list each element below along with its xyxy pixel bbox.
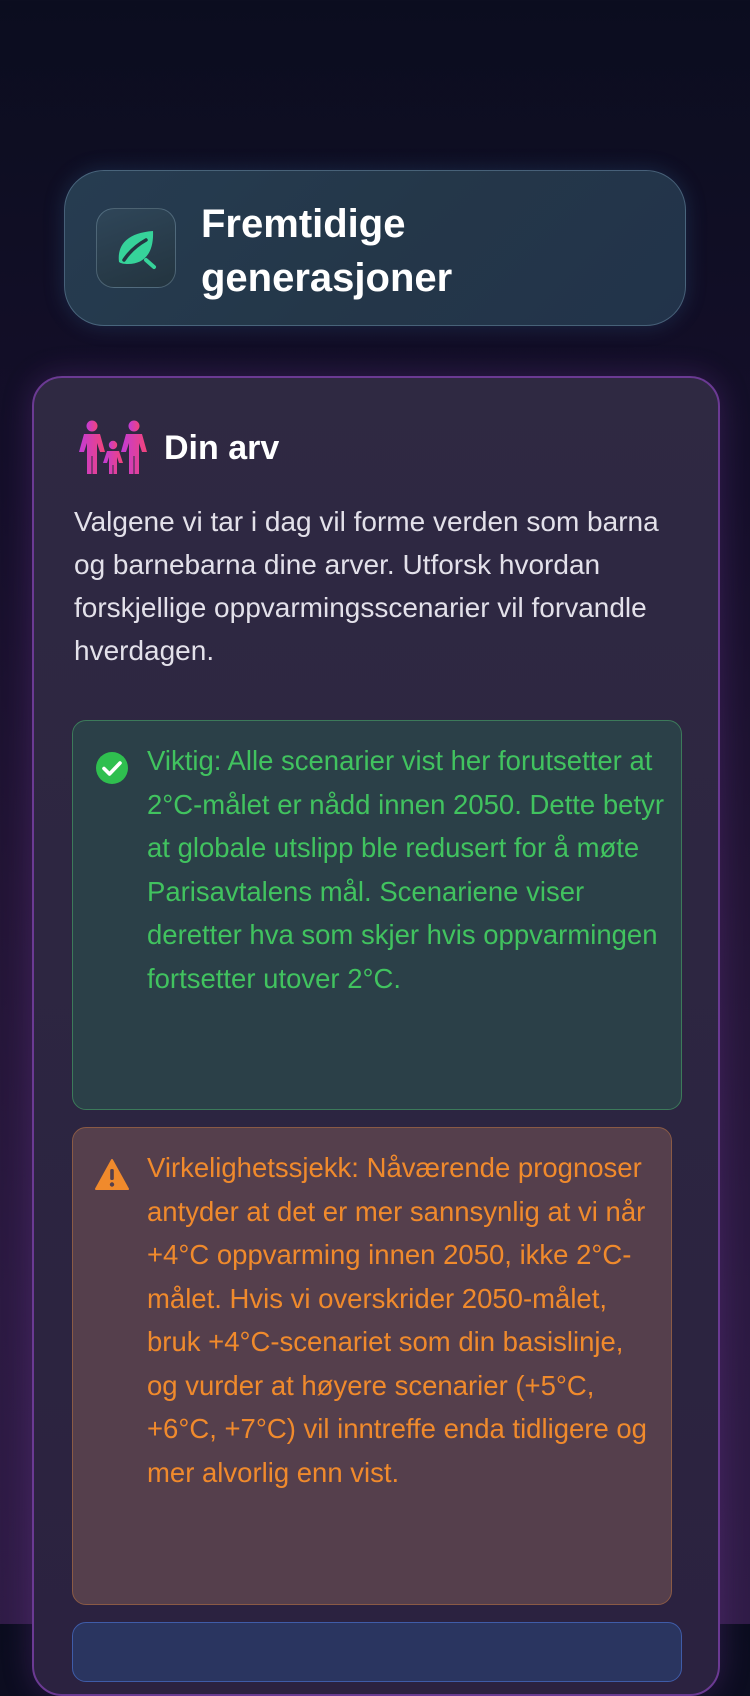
important-notice-text: Viktig: Alle scenarier vist her forutset… [147,745,664,994]
legacy-card: Din arv Valgene vi tar i dag vil forme v… [32,376,720,1696]
section-header: Din arv [76,418,279,478]
next-section-card [72,1622,682,1682]
reality-check-notice-text: Virkelighetssjekk: Nåværende prognoser a… [147,1152,647,1488]
page-title: Fremtidige generasjoner [201,202,453,300]
header-card: Fremtidige generasjoner [64,170,686,326]
warning-icon [95,1158,129,1192]
section-title: Din arv [164,428,280,467]
reality-check-notice: Virkelighetssjekk: Nåværende prognoser a… [72,1127,672,1605]
leaf-icon [96,208,176,288]
important-notice: Viktig: Alle scenarier vist her forutset… [72,720,682,1110]
check-circle-icon [95,751,129,785]
intro-text: Valgene vi tar i dag vil forme verden so… [74,506,659,666]
family-icon [76,418,152,478]
